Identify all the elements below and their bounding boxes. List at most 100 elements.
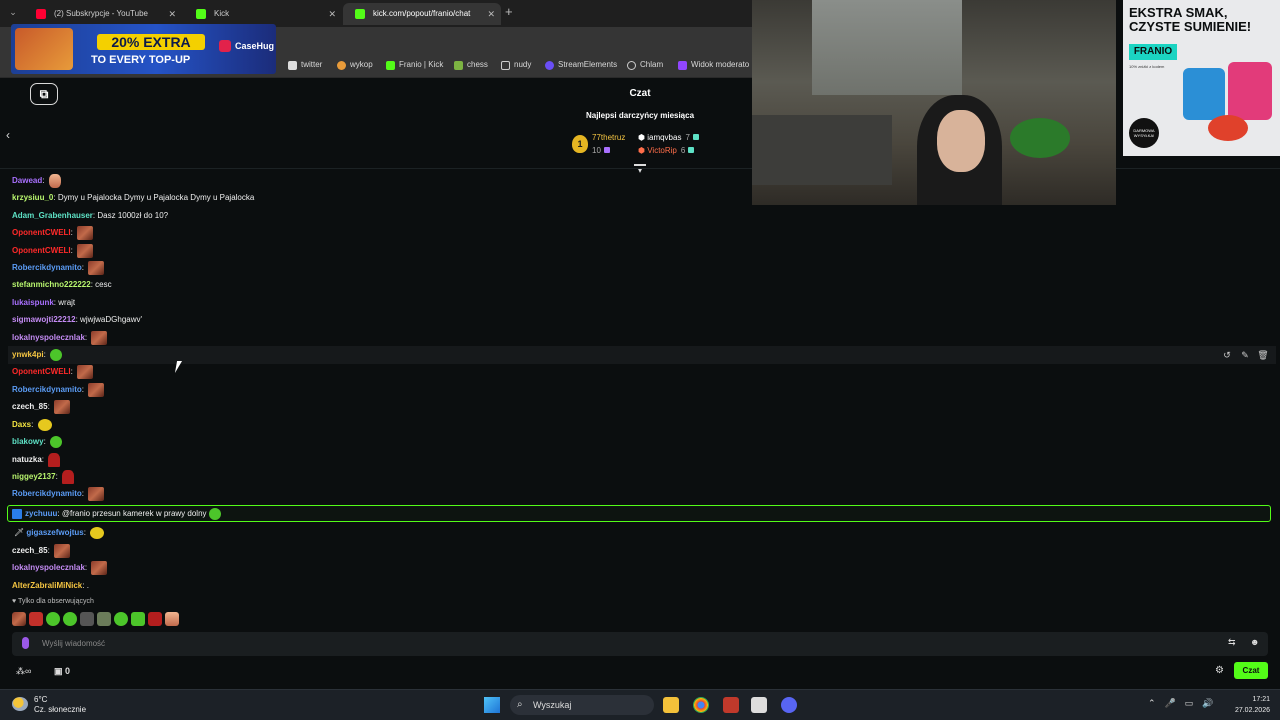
kick-emotes-icon[interactable]: ⇆ xyxy=(1228,637,1236,648)
emote-button[interactable] xyxy=(12,612,26,626)
discord-icon[interactable] xyxy=(781,697,797,713)
emote-button[interactable] xyxy=(165,612,179,626)
chat-username[interactable]: natuzka xyxy=(12,455,42,464)
emote-button[interactable] xyxy=(148,612,162,626)
emote-image[interactable] xyxy=(208,507,221,520)
delete-icon[interactable]: 🗑 xyxy=(1254,346,1272,364)
emote-image[interactable] xyxy=(88,260,105,275)
chrome-icon[interactable] xyxy=(693,697,709,713)
chat-message: lokalnyspolecznlak: xyxy=(12,559,108,576)
emote-image[interactable] xyxy=(77,364,94,379)
bookmark-twitter[interactable]: twitter xyxy=(288,60,322,72)
bookmark-chess[interactable]: chess xyxy=(454,60,488,72)
chat-username[interactable]: AlterZabraliMiNick xyxy=(12,581,82,590)
channel-points-icon[interactable]: ⁂∞ xyxy=(16,666,31,676)
chevron-up-icon[interactable]: ⌃ xyxy=(1148,698,1156,708)
chat-username[interactable]: Daxs xyxy=(12,420,31,429)
clock[interactable]: 17:21 27.02.2026 xyxy=(1226,694,1270,716)
chat-username[interactable]: OponentCWELI xyxy=(12,246,71,255)
chat-username[interactable]: Robercikdynamito xyxy=(12,263,82,272)
emote-image[interactable] xyxy=(88,486,105,501)
emote-button[interactable] xyxy=(114,612,128,626)
chat-username[interactable]: czech_85 xyxy=(12,402,48,411)
microphone-icon[interactable] xyxy=(22,637,29,649)
volume-icon[interactable]: 🔊 xyxy=(1202,698,1213,708)
chat-username[interactable]: Dawead xyxy=(12,176,42,185)
top-donor-1[interactable]: 77thetruz xyxy=(592,133,625,142)
emote-image[interactable] xyxy=(90,526,105,539)
chat-username[interactable]: gigaszefwojtus xyxy=(26,528,83,537)
emote-image[interactable] xyxy=(48,173,61,188)
chat-username[interactable]: ynwk4pi xyxy=(12,350,44,359)
gift-icon[interactable]: ▣ 0 xyxy=(54,666,70,676)
emote-image[interactable] xyxy=(91,560,108,575)
chat-username[interactable]: lokalnyspolecznlak xyxy=(12,563,85,572)
weather-widget[interactable]: 6°C Cz. słonecznie xyxy=(12,695,86,715)
chat-username[interactable]: OponentCWELI xyxy=(12,228,71,237)
tab-kick[interactable]: Kick ✕ xyxy=(184,3,342,25)
file-explorer-icon[interactable] xyxy=(663,697,679,713)
windows-start-icon[interactable] xyxy=(484,697,500,713)
emote-image[interactable] xyxy=(77,225,94,240)
emote-button[interactable] xyxy=(97,612,111,626)
close-icon[interactable]: ✕ xyxy=(328,3,336,25)
new-tab-button[interactable]: + xyxy=(505,4,513,19)
top-donor-3[interactable]: ⬢ VictoRip 6 xyxy=(638,146,695,155)
chat-username[interactable]: Adam_Grabenhauser xyxy=(12,211,93,220)
emote-button[interactable] xyxy=(63,612,77,626)
emote-image[interactable] xyxy=(77,243,94,258)
pin-icon[interactable]: ✎ xyxy=(1236,346,1254,364)
chat-username[interactable]: stefanmichno222222 xyxy=(12,280,91,289)
chat-message-text: . xyxy=(86,581,89,590)
emote-image[interactable] xyxy=(37,418,52,431)
taskbar-search[interactable]: ⌕ Wyszukaj xyxy=(510,695,654,715)
chat-input[interactable]: Wyślij wiadomość ⇆ ☻ xyxy=(12,632,1268,656)
emoji-icon[interactable]: ☻ xyxy=(1250,637,1259,647)
close-icon[interactable]: ✕ xyxy=(168,3,176,25)
emote-image[interactable] xyxy=(88,382,105,397)
tab-kick-chat[interactable]: kick.com/popout/franio/chat ✕ xyxy=(343,3,501,25)
emote-button[interactable] xyxy=(46,612,60,626)
chat-username[interactable]: OponentCWELI xyxy=(12,367,71,376)
chevron-left-icon[interactable]: ‹ xyxy=(6,128,10,142)
casehug-ad-banner[interactable]: 20% EXTRA TO EVERY TOP-UP CaseHug xyxy=(11,24,276,74)
emote-image[interactable] xyxy=(91,330,108,345)
settings-gear-icon[interactable]: ⚙ xyxy=(1215,665,1224,676)
bookmark-nudy[interactable]: nudy xyxy=(501,60,531,72)
chat-username[interactable]: Robercikdynamito xyxy=(12,385,82,394)
reply-icon[interactable]: ↺ xyxy=(1218,346,1236,364)
bookmark-moderator-view[interactable]: Widok moderato xyxy=(678,60,749,72)
bookmark-chlam[interactable]: Chlam xyxy=(627,60,663,72)
kick-logo-button[interactable]: ⧉ xyxy=(30,83,58,105)
chat-username[interactable]: niggey2137 xyxy=(12,472,56,481)
emote-image[interactable] xyxy=(62,469,75,484)
emote-image[interactable] xyxy=(50,435,63,448)
bookmark-streamelements[interactable]: StreamElements xyxy=(545,60,617,72)
chat-username[interactable]: zychuuu xyxy=(25,509,57,518)
bookmark-wykop[interactable]: wykop xyxy=(337,60,373,72)
tab-youtube[interactable]: (2) Subskrypcje - YouTube ✕ xyxy=(24,3,182,25)
emote-image[interactable] xyxy=(54,399,71,414)
chat-username[interactable]: lokalnyspolecznlak xyxy=(12,333,85,342)
app-icon[interactable] xyxy=(723,697,739,713)
emote-button[interactable] xyxy=(29,612,43,626)
chat-username[interactable]: Robercikdynamito xyxy=(12,489,82,498)
top-donor-2[interactable]: ⬢ iamqvbas 7 xyxy=(638,133,699,142)
emote-image[interactable] xyxy=(50,348,63,361)
display-icon[interactable]: ▭ xyxy=(1185,698,1194,708)
emote-button[interactable] xyxy=(131,612,145,626)
tab-list-chevron-icon[interactable]: ⌄ xyxy=(6,7,20,19)
emote-image[interactable] xyxy=(54,543,71,558)
microphone-icon[interactable]: 🎤 xyxy=(1165,698,1176,708)
chat-username[interactable]: blakowy xyxy=(12,437,44,446)
emote-image[interactable] xyxy=(48,452,61,467)
chat-username[interactable]: czech_85 xyxy=(12,546,48,555)
chat-username[interactable]: sigmawojti22212 xyxy=(12,315,76,324)
bookmark-franio-kick[interactable]: Franio | Kick xyxy=(386,60,443,72)
send-chat-button[interactable]: Czat xyxy=(1234,662,1268,679)
close-icon[interactable]: ✕ xyxy=(487,3,495,25)
chat-username[interactable]: lukaispunk xyxy=(12,298,54,307)
app-icon[interactable] xyxy=(751,697,767,713)
emote-button[interactable] xyxy=(80,612,94,626)
chat-username[interactable]: krzysiuu_0 xyxy=(12,193,53,202)
